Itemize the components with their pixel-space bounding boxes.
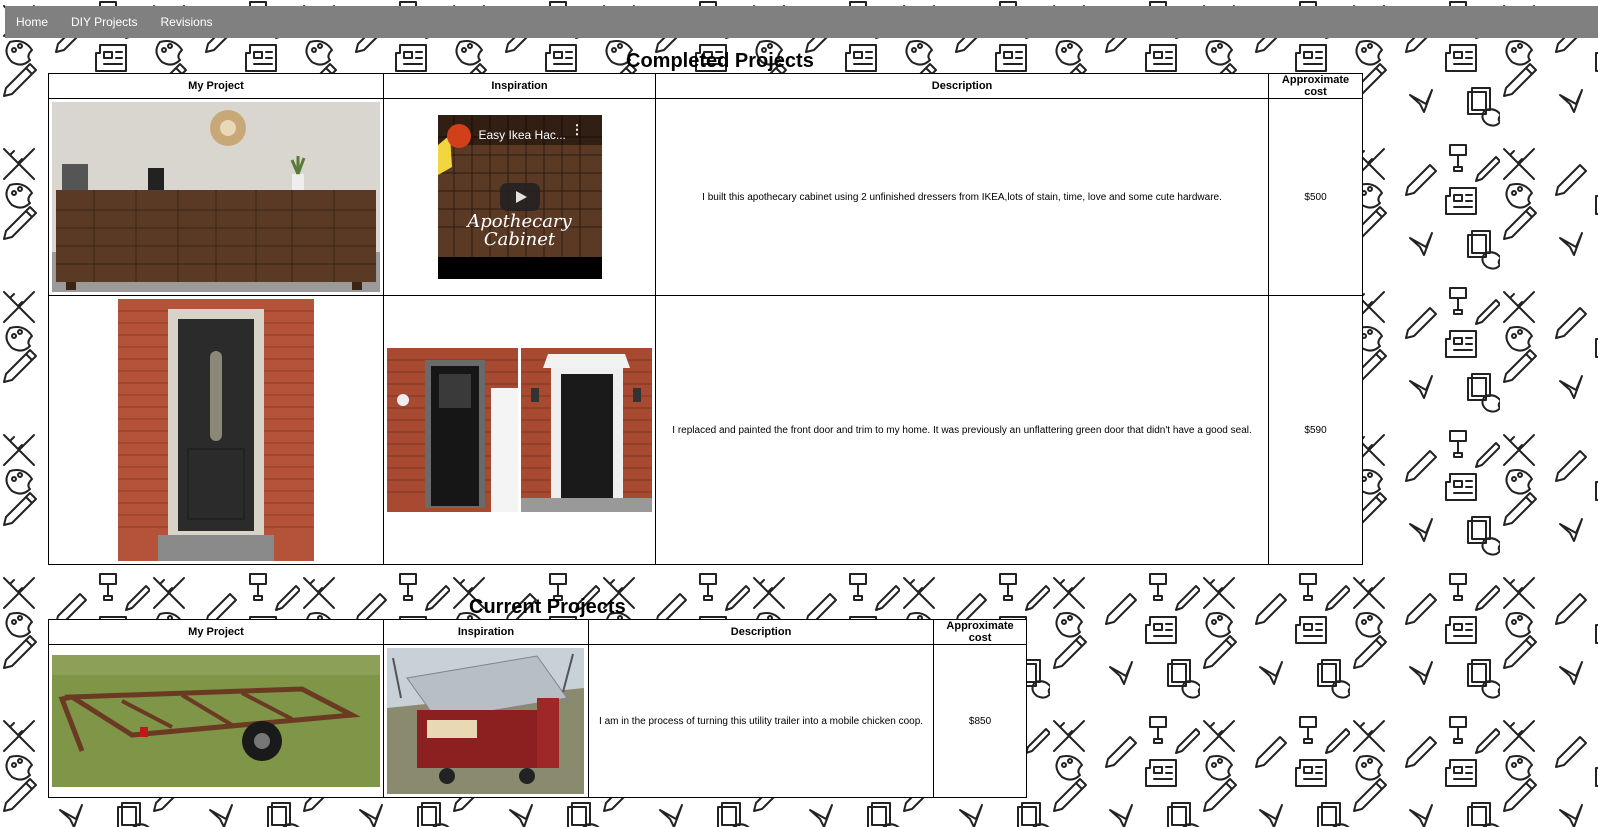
- nav-home-link[interactable]: Home: [16, 15, 48, 29]
- header-approximate-cost: Approximate cost: [933, 619, 1027, 645]
- play-icon: [515, 191, 527, 203]
- current-projects-table: My Project Inspiration Description Appro…: [48, 619, 1027, 798]
- apothecary-cabinet-photo: [52, 102, 380, 292]
- nav-diy-projects-link[interactable]: DIY Projects: [71, 15, 137, 29]
- inspiration-door-photo-2: [521, 348, 652, 512]
- completed-projects-table: My Project Inspiration Description Appro…: [48, 73, 1363, 565]
- my-project-cell: [48, 295, 384, 565]
- my-project-cell: [48, 98, 384, 296]
- table-header-row: My Project Inspiration Description Appro…: [48, 73, 1363, 99]
- youtube-video-embed[interactable]: Easy Ikea Hac... ⋮ Apothecary Cabinet: [437, 115, 602, 279]
- more-options-icon[interactable]: ⋮: [571, 123, 584, 136]
- header-description: Description: [654, 73, 1270, 99]
- overlay-line-2: Cabinet: [483, 229, 556, 250]
- header-my-project: My Project: [48, 619, 384, 645]
- header-inspiration: Inspiration: [383, 73, 656, 99]
- cost-cell: $590: [1268, 295, 1363, 565]
- header-inspiration: Inspiration: [383, 619, 589, 645]
- utility-trailer-photo: [52, 655, 380, 787]
- inspiration-door-photo-1: [387, 348, 518, 512]
- cost-cell: $500: [1268, 98, 1363, 296]
- inspiration-images: [387, 348, 652, 512]
- header-approximate-cost: Approximate cost: [1268, 73, 1363, 99]
- completed-projects-heading: Completed Projects: [626, 50, 814, 72]
- table-row: I replaced and painted the front door an…: [48, 295, 1363, 565]
- nav-revisions-link[interactable]: Revisions: [160, 15, 212, 29]
- video-overlay-text: Apothecary Cabinet: [438, 213, 602, 249]
- video-title: Easy Ikea Hac...: [478, 128, 566, 142]
- play-button[interactable]: [499, 183, 540, 211]
- inspiration-cell: [383, 295, 656, 565]
- inspiration-cell: [383, 644, 589, 798]
- header-my-project: My Project: [48, 73, 384, 99]
- current-projects-heading: Current Projects: [469, 596, 626, 618]
- description-cell: I built this apothecary cabinet using 2 …: [654, 98, 1270, 296]
- chicken-coop-photo: [387, 648, 585, 794]
- table-row: I am in the process of turning this util…: [48, 644, 1027, 798]
- inspiration-cell: Easy Ikea Hac... ⋮ Apothecary Cabinet: [383, 98, 656, 296]
- my-project-cell: [48, 644, 384, 798]
- channel-avatar[interactable]: [446, 124, 471, 148]
- header-description: Description: [587, 619, 935, 645]
- description-cell: I am in the process of turning this util…: [587, 644, 935, 798]
- front-door-photo: [118, 299, 314, 561]
- top-navbar: Home DIY Projects Revisions: [5, 6, 1598, 38]
- description-cell: I replaced and painted the front door an…: [654, 295, 1270, 565]
- table-header-row: My Project Inspiration Description Appro…: [48, 619, 1027, 645]
- cost-cell: $850: [933, 644, 1027, 798]
- table-row: Easy Ikea Hac... ⋮ Apothecary Cabinet I …: [48, 98, 1363, 296]
